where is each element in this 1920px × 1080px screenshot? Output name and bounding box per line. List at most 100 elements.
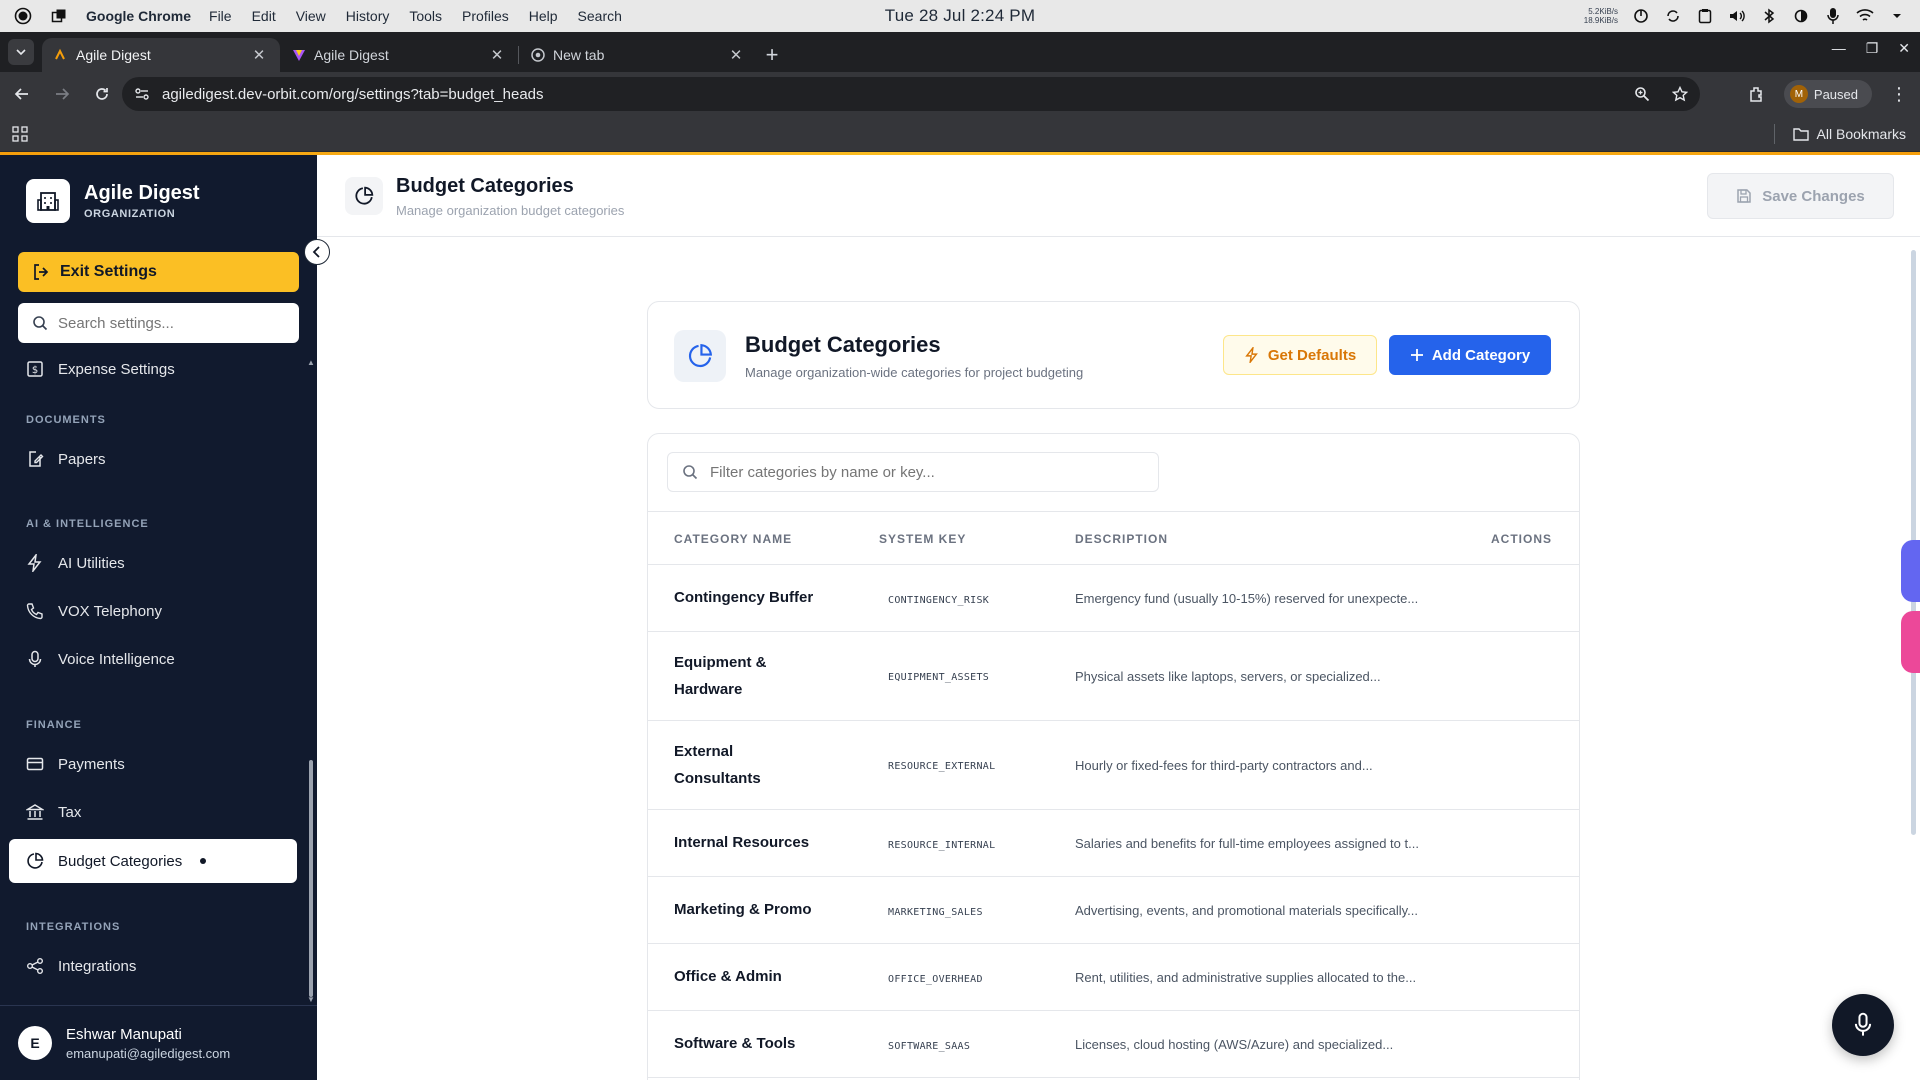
volume-icon[interactable] <box>1728 7 1746 25</box>
save-changes-button[interactable]: Save Changes <box>1707 173 1894 219</box>
os-activities-icon[interactable] <box>14 7 32 25</box>
table-row[interactable]: Equipment & Hardware EQUIPMENT_ASSETS Ph… <box>648 632 1579 721</box>
apps-grid-icon[interactable] <box>12 125 28 142</box>
system-menu-chevron-icon[interactable] <box>1888 7 1906 25</box>
forward-button[interactable] <box>44 76 80 112</box>
table-row[interactable]: Internal Resources RESOURCE_INTERNAL Sal… <box>648 810 1579 877</box>
sidebar-item-expense-settings[interactable]: $ Expense Settings <box>9 347 297 391</box>
get-defaults-button[interactable]: Get Defaults <box>1223 335 1377 375</box>
back-button[interactable] <box>4 76 40 112</box>
add-category-label: Add Category <box>1431 346 1531 364</box>
sidebar-item-label: Payments <box>58 755 125 773</box>
sidebar-item-papers[interactable]: Papers <box>9 437 297 481</box>
menu-search[interactable]: Search <box>578 8 622 24</box>
exit-settings-label: Exit Settings <box>60 263 157 280</box>
settings-search[interactable] <box>18 303 299 343</box>
zoom-icon[interactable] <box>1634 86 1650 102</box>
brightness-icon[interactable] <box>1792 7 1810 25</box>
sidebar-item-integrations[interactable]: Integrations <box>9 944 297 988</box>
bookmark-star-icon[interactable] <box>1672 86 1688 102</box>
page-subtitle: Manage organization budget categories <box>396 203 625 218</box>
address-bar[interactable]: agiledigest.dev-orbit.com/org/settings?t… <box>122 77 1700 111</box>
agile-digest-favicon-icon <box>55 48 65 60</box>
arrow-right-icon <box>56 88 70 100</box>
col-description[interactable]: DESCRIPTION <box>1075 532 1168 546</box>
kebab-menu-icon[interactable]: ⋮ <box>1890 84 1908 105</box>
menu-help[interactable]: Help <box>529 8 558 24</box>
sidebar-item-voice-intelligence[interactable]: Voice Intelligence <box>9 637 297 681</box>
avatar: E <box>18 1026 52 1060</box>
table-row[interactable]: Office & Admin OFFICE_OVERHEAD Rent, uti… <box>648 944 1579 1011</box>
sidebar-scroll-down-icon[interactable]: ▼ <box>307 995 315 1004</box>
close-window-icon[interactable]: ✕ <box>1898 40 1910 57</box>
browser-tab-1[interactable]: Agile Digest ✕ <box>42 38 280 72</box>
site-settings-icon <box>135 88 149 100</box>
edge-widget-pink[interactable] <box>1901 611 1920 673</box>
menu-history[interactable]: History <box>346 8 390 24</box>
url-text[interactable]: agiledigest.dev-orbit.com/org/settings?t… <box>162 86 1634 103</box>
sidebar-item-budget-categories[interactable]: Budget Categories <box>9 839 297 883</box>
menu-view[interactable]: View <box>296 8 326 24</box>
window-switch-icon[interactable] <box>50 7 68 25</box>
page-title: Budget Categories <box>396 175 574 197</box>
power-icon[interactable] <box>1632 7 1650 25</box>
add-category-button[interactable]: Add Category <box>1389 335 1551 375</box>
browser-tab-2[interactable]: Agile Digest ✕ <box>280 38 518 72</box>
minimize-icon[interactable]: — <box>1832 40 1846 57</box>
sidebar-item-payments[interactable]: Payments <box>9 742 297 786</box>
row-system-key: MARKETING_SALES <box>888 907 983 918</box>
sidebar-item-ai-utilities[interactable]: AI Utilities <box>9 541 297 585</box>
page-header: Budget Categories Manage organization bu… <box>317 155 1920 237</box>
voice-assistant-button[interactable] <box>1832 994 1894 1056</box>
chevron-down-icon <box>16 49 26 56</box>
sync-icon[interactable] <box>1664 7 1682 25</box>
profile-avatar: M <box>1789 85 1808 103</box>
table-row[interactable]: External Consultants RESOURCE_EXTERNAL H… <box>648 721 1579 810</box>
new-tab-button[interactable]: + <box>757 40 787 70</box>
table-row[interactable]: Software & Tools SOFTWARE_SAAS Licenses,… <box>648 1011 1579 1078</box>
reload-button[interactable] <box>84 76 120 112</box>
user-profile[interactable]: E Eshwar Manupati emanupati@agiledigest.… <box>0 1005 317 1080</box>
menu-file[interactable]: File <box>209 8 232 24</box>
settings-search-input[interactable] <box>58 314 278 332</box>
bluetooth-icon[interactable] <box>1760 7 1778 25</box>
close-icon[interactable]: ✕ <box>488 46 506 64</box>
col-system-key[interactable]: SYSTEM KEY <box>879 532 966 546</box>
col-category-name[interactable]: CATEGORY NAME <box>674 532 792 546</box>
collapse-sidebar-button[interactable] <box>304 239 330 265</box>
wifi-icon[interactable] <box>1856 7 1874 25</box>
microphone-tray-icon[interactable] <box>1824 7 1842 25</box>
microphone-icon <box>28 650 42 667</box>
table-row[interactable]: Contingency Buffer CONTINGENCY_RISK Emer… <box>648 565 1579 632</box>
os-app-name[interactable]: Google Chrome <box>86 8 191 24</box>
table-row[interactable]: Marketing & Promo MARKETING_SALES Advert… <box>648 877 1579 944</box>
filter-categories-input[interactable] <box>710 463 1140 481</box>
menu-edit[interactable]: Edit <box>252 8 276 24</box>
app-root: Agile Digest ORGANIZATION Exit Settings … <box>0 152 1920 1080</box>
sidebar-nav: $ Expense Settings DOCUMENTS Papers AI &… <box>0 347 317 997</box>
menu-tools[interactable]: Tools <box>409 8 442 24</box>
folder-icon <box>1792 127 1809 141</box>
os-clock[interactable]: Tue 28 Jul 2:24 PM <box>885 6 1035 26</box>
sidebar-item-tax[interactable]: Tax <box>9 790 297 834</box>
extensions-icon[interactable] <box>1748 85 1766 103</box>
sidebar-item-label: Voice Intelligence <box>58 650 175 668</box>
menu-profiles[interactable]: Profiles <box>462 8 509 24</box>
maximize-icon[interactable]: ❐ <box>1866 40 1879 57</box>
tab-search-button[interactable] <box>8 39 34 65</box>
filter-categories[interactable] <box>667 452 1159 492</box>
exit-settings-button[interactable]: Exit Settings <box>18 252 299 292</box>
all-bookmarks-button[interactable]: All Bookmarks <box>1792 126 1906 142</box>
profile-button[interactable]: M Paused <box>1783 80 1872 108</box>
brand[interactable]: Agile Digest ORGANIZATION <box>26 179 200 223</box>
close-icon[interactable]: ✕ <box>727 46 745 64</box>
edge-widget-blue[interactable] <box>1901 540 1920 602</box>
sidebar-scrollbar[interactable] <box>309 760 313 997</box>
microphone-icon <box>1854 1012 1872 1036</box>
browser-tab-3[interactable]: New tab ✕ <box>519 38 757 72</box>
clipboard-icon[interactable] <box>1696 7 1714 25</box>
sidebar-item-vox-telephony[interactable]: VOX Telephony <box>9 589 297 633</box>
gradient-favicon-icon <box>293 50 305 61</box>
section-ai-intelligence: AI & INTELLIGENCE <box>26 518 149 530</box>
close-icon[interactable]: ✕ <box>250 46 268 64</box>
